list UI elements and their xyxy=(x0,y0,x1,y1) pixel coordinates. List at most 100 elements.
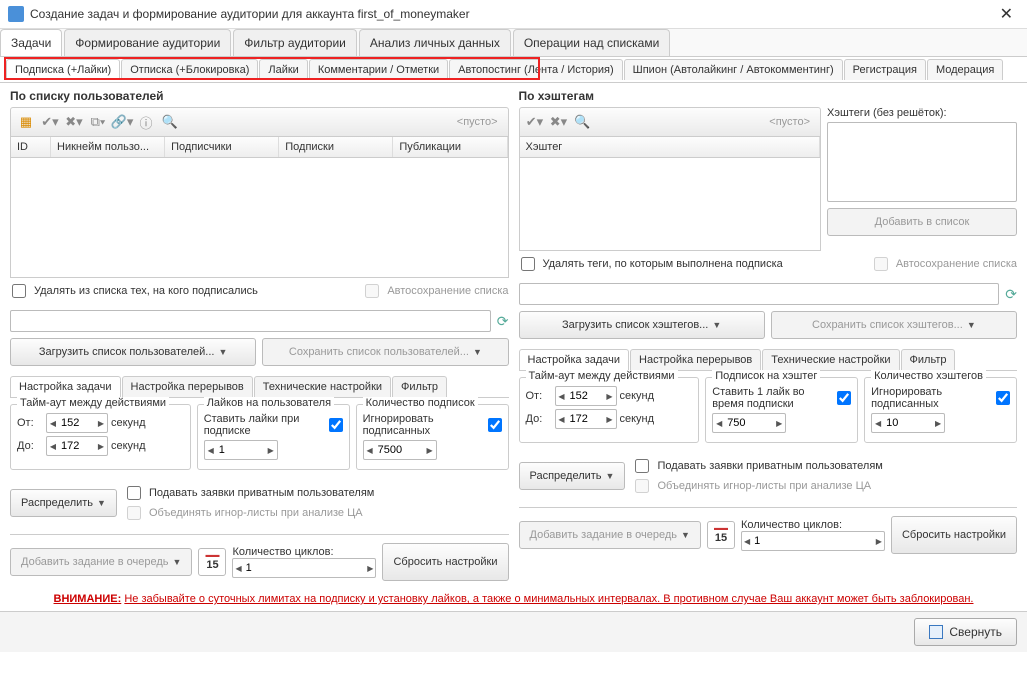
lbl-sec1: секунд xyxy=(111,417,146,429)
col-nickname[interactable]: Никнейм пользо... xyxy=(51,137,165,157)
btn-distribute[interactable]: Распределить▼ xyxy=(10,489,117,517)
tab-filter[interactable]: Фильтр аудитории xyxy=(233,29,357,56)
link-icon[interactable]: 🔗▾ xyxy=(111,111,133,133)
itab-breaks[interactable]: Настройка перерывов xyxy=(122,376,253,397)
chk-ignore-subbed-r[interactable] xyxy=(996,391,1010,405)
warning-banner: ВНИМАНИЕ: Не забывайте о суточных лимита… xyxy=(0,593,1027,605)
tags-filter-input[interactable] xyxy=(519,283,1000,305)
col-following[interactable]: Подписки xyxy=(279,137,393,157)
subtab-subscribe[interactable]: Подписка (+Лайки) xyxy=(6,59,120,80)
tab-analysis[interactable]: Анализ личных данных xyxy=(359,29,511,56)
btn-save-users[interactable]: Сохранить список пользователей...▼ xyxy=(262,338,508,366)
panel-users-title: По списку пользователей xyxy=(10,89,509,103)
lbl-cycles-r: Количество циклов: xyxy=(741,519,885,531)
itab-tech[interactable]: Технические настройки xyxy=(254,376,391,397)
spin-cycles[interactable]: ◀▶ xyxy=(232,558,376,578)
spin-count[interactable]: ◀▶ xyxy=(363,440,437,460)
delete-icon[interactable]: ✖▾ xyxy=(63,111,85,133)
spin-from-r[interactable]: ◀▶ xyxy=(555,386,617,406)
spin-cycles-r[interactable]: ◀▶ xyxy=(741,531,885,551)
refresh-icon[interactable]: ⟳ xyxy=(1005,286,1017,303)
chk-autosave-tags[interactable] xyxy=(874,257,888,271)
btn-add-hashtag[interactable]: Добавить в список xyxy=(827,208,1017,236)
lbl-hashtags-input: Хэштеги (без решёток): xyxy=(827,107,1017,119)
info-icon[interactable]: ⓘ xyxy=(135,111,157,133)
col-posts[interactable]: Публикации xyxy=(393,137,507,157)
panel-hashtags-title: По хэштегам xyxy=(519,89,1018,103)
col-followers[interactable]: Подписчики xyxy=(165,137,279,157)
refresh-icon[interactable]: ⟳ xyxy=(497,313,509,330)
spin-count-r[interactable]: ◀▶ xyxy=(871,413,945,433)
subtab-spy[interactable]: Шпион (Автолайкинг / Автокомментинг) xyxy=(624,59,843,80)
main-content: По списку пользователей ▦ ✔▾ ✖▾ ⧉▾ 🔗▾ ⓘ … xyxy=(0,83,1027,587)
btn-add-queue-r[interactable]: Добавить задание в очередь▼ xyxy=(519,521,701,549)
copy-icon[interactable]: ⧉▾ xyxy=(87,111,109,133)
spin-likes[interactable]: ◀▶ xyxy=(204,440,278,460)
chk-remove-tags[interactable] xyxy=(521,257,535,271)
btn-save-tags[interactable]: Сохранить список хэштегов...▼ xyxy=(771,311,1017,339)
calendar-icon-r[interactable]: ▬▬ 15 xyxy=(707,521,735,549)
users-filter-input[interactable] xyxy=(10,310,491,332)
grp-count-title-r: Количество хэштегов xyxy=(871,370,986,382)
btn-collapse[interactable]: Свернуть xyxy=(914,618,1017,646)
users-toolbar: ▦ ✔▾ ✖▾ ⧉▾ 🔗▾ ⓘ 🔍 <пусто> xyxy=(10,107,509,137)
subtab-autopost[interactable]: Автопостинг (Лента / История) xyxy=(449,59,622,80)
lbl-1like: Ставить 1 лайк во время подписки xyxy=(712,386,834,410)
check-dropdown-icon[interactable]: ✔▾ xyxy=(39,111,61,133)
tab-audience[interactable]: Формирование аудитории xyxy=(64,29,231,56)
spin-from[interactable]: ◀▶ xyxy=(46,413,108,433)
tags-toolbar: ✔▾ ✖▾ 🔍 <пусто> xyxy=(519,107,822,137)
grp-timeout-title: Тайм-аут между действиями xyxy=(17,397,169,409)
lbl-merge-ignore: Объединять игнор-листы при анализе ЦА xyxy=(149,507,363,519)
search-icon[interactable]: 🔍 xyxy=(159,111,181,133)
grid-icon[interactable]: ▦ xyxy=(15,111,37,133)
check-dropdown-icon[interactable]: ✔▾ xyxy=(524,111,546,133)
itab-filter[interactable]: Фильтр xyxy=(392,376,447,397)
btn-add-queue[interactable]: Добавить задание в очередь▼ xyxy=(10,548,192,576)
btn-distribute-r[interactable]: Распределить▼ xyxy=(519,462,626,490)
chk-ignore-subbed[interactable] xyxy=(488,418,502,432)
spin-to-r[interactable]: ◀▶ xyxy=(555,409,617,429)
subtab-comments[interactable]: Комментарии / Отметки xyxy=(309,59,448,80)
chk-merge-ignore-r[interactable] xyxy=(635,479,649,493)
close-button[interactable]: ✕ xyxy=(994,4,1019,24)
btn-reset-r[interactable]: Сбросить настройки xyxy=(891,516,1017,554)
chk-private-requests[interactable] xyxy=(127,486,141,500)
itab-task-r[interactable]: Настройка задачи xyxy=(519,349,630,370)
chk-private-requests-r[interactable] xyxy=(635,459,649,473)
subtab-register[interactable]: Регистрация xyxy=(844,59,926,80)
users-grid-body[interactable] xyxy=(10,158,509,278)
calendar-icon[interactable]: ▬▬ 15 xyxy=(198,548,226,576)
itab-breaks-r[interactable]: Настройка перерывов xyxy=(630,349,761,370)
search-icon[interactable]: 🔍 xyxy=(572,111,594,133)
chk-like-on-sub[interactable] xyxy=(329,418,343,432)
btn-reset[interactable]: Сбросить настройки xyxy=(382,543,508,581)
col-id[interactable]: ID xyxy=(11,137,51,157)
chk-autosave-users[interactable] xyxy=(365,284,379,298)
subtab-unsubscribe[interactable]: Отписка (+Блокировка) xyxy=(121,59,258,80)
subtab-moderate[interactable]: Модерация xyxy=(927,59,1003,80)
warning-link[interactable]: Не забывайте о суточных лимитах на подпи… xyxy=(124,593,973,605)
tags-grid-body[interactable] xyxy=(519,158,822,251)
chk-merge-ignore[interactable] xyxy=(127,506,141,520)
users-grid-header: ID Никнейм пользо... Подписчики Подписки… xyxy=(10,137,509,158)
lbl-cycles: Количество циклов: xyxy=(232,546,376,558)
tab-tasks[interactable]: Задачи xyxy=(0,29,62,56)
chk-1like[interactable] xyxy=(837,391,851,405)
itab-task[interactable]: Настройка задачи xyxy=(10,376,121,397)
itab-tech-r[interactable]: Технические настройки xyxy=(762,349,899,370)
btn-load-tags[interactable]: Загрузить список хэштегов...▼ xyxy=(519,311,765,339)
lbl-ignore-subbed: Игнорировать подписанных xyxy=(363,413,485,437)
chk-remove-subscribed[interactable] xyxy=(12,284,26,298)
spin-to[interactable]: ◀▶ xyxy=(46,436,108,456)
delete-icon[interactable]: ✖▾ xyxy=(548,111,570,133)
subtab-likes[interactable]: Лайки xyxy=(259,59,307,80)
btn-load-users[interactable]: Загрузить список пользователей...▼ xyxy=(10,338,256,366)
tab-ops[interactable]: Операции над списками xyxy=(513,29,670,56)
tags-settings-tabs: Настройка задачи Настройка перерывов Тех… xyxy=(519,349,1018,371)
spin-subs[interactable]: ◀▶ xyxy=(712,413,786,433)
sub-tabs: Подписка (+Лайки) Отписка (+Блокировка) … xyxy=(0,57,1027,83)
itab-filter-r[interactable]: Фильтр xyxy=(901,349,956,370)
hashtags-textarea[interactable] xyxy=(827,122,1017,202)
col-hashtag[interactable]: Хэштег xyxy=(520,137,821,157)
